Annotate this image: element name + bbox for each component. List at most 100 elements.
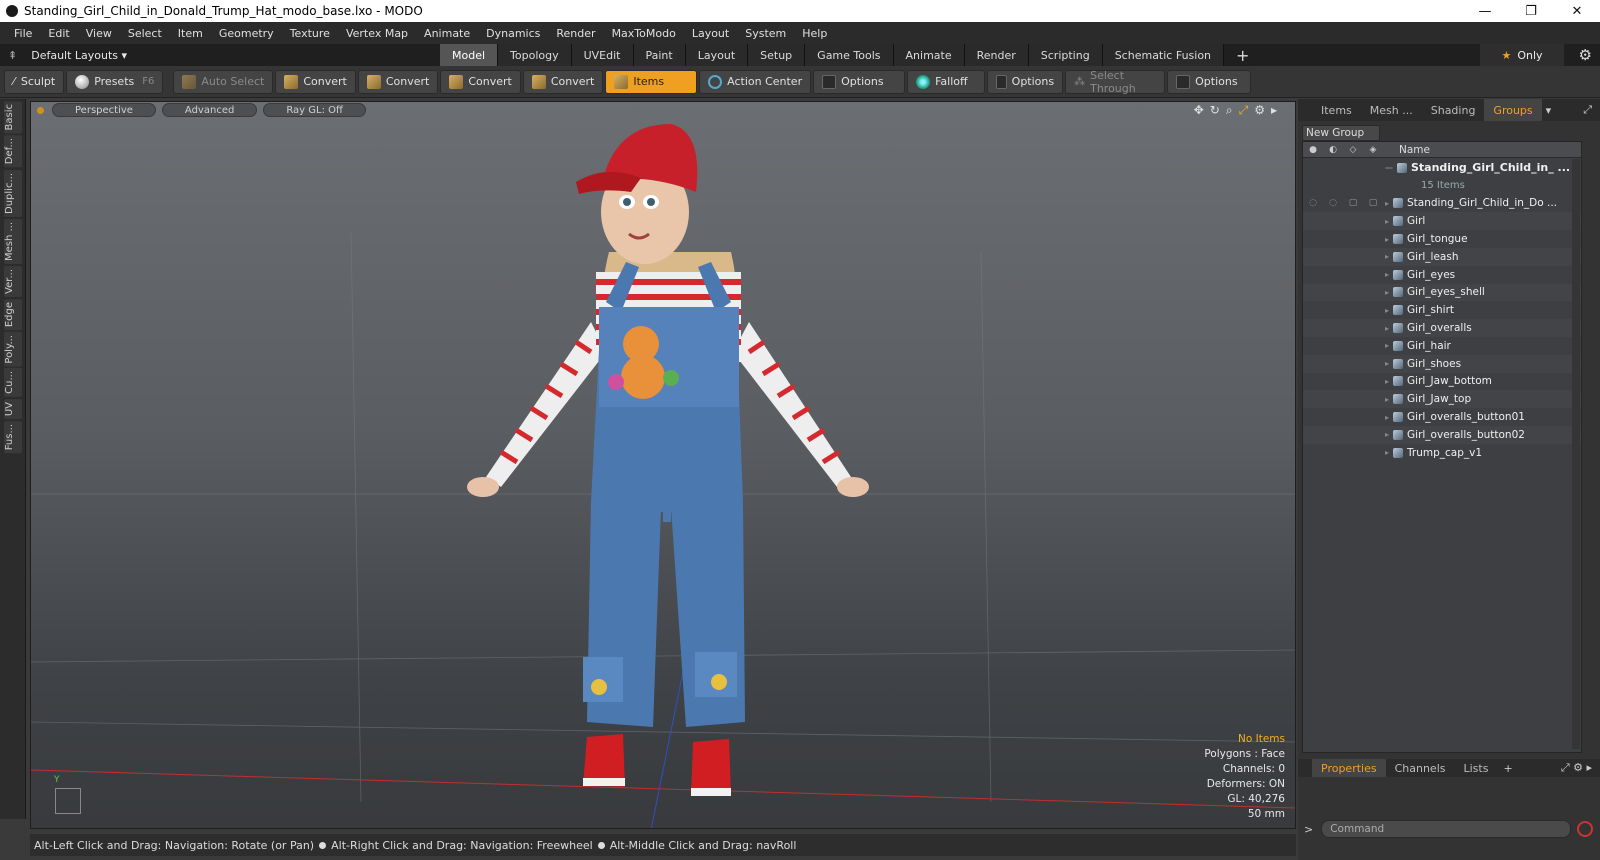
command-input[interactable]: [1321, 820, 1572, 838]
falloff-options-button[interactable]: Options: [987, 69, 1064, 94]
layouts-dropdown[interactable]: ⇞ Default Layouts ▾: [0, 49, 440, 62]
menu-item[interactable]: Item: [170, 27, 211, 40]
convert-polygons-button[interactable]: Convert: [440, 69, 521, 94]
tab-setup[interactable]: Setup: [748, 44, 806, 66]
menu-animate[interactable]: Animate: [416, 27, 478, 40]
lefttab-uv[interactable]: UV: [3, 399, 22, 420]
sculpt-button[interactable]: ⁄ Sculpt: [4, 69, 65, 94]
gear-icon[interactable]: ⚙: [1579, 46, 1592, 64]
minimize-icon[interactable]: —: [1462, 0, 1508, 22]
menu-help[interactable]: Help: [794, 27, 835, 40]
menu-texture[interactable]: Texture: [282, 27, 338, 40]
action-center-button[interactable]: Action Center: [699, 69, 812, 94]
tab-topology[interactable]: Topology: [498, 44, 572, 66]
tab-uvedit[interactable]: UVEdit: [571, 44, 634, 66]
lefttab-vertex[interactable]: Ver...: [3, 265, 22, 297]
tab-groups[interactable]: Groups: [1484, 99, 1542, 121]
list-item-root[interactable]: — Standing_Girl_Child_in_ ...: [1303, 159, 1581, 177]
lefttab-duplicate[interactable]: Duplic...: [3, 169, 22, 217]
name-column-header[interactable]: Name: [1399, 144, 1430, 156]
lefttab-basic[interactable]: Basic: [3, 101, 22, 134]
maximize-icon[interactable]: ⤢: [1239, 103, 1249, 118]
auto-select-button[interactable]: Auto Select: [173, 69, 274, 94]
falloff-button[interactable]: Falloff: [907, 69, 986, 94]
shading-dropdown[interactable]: Advanced: [161, 103, 258, 117]
lefttab-polygon[interactable]: Poly...: [3, 331, 22, 367]
select-through-button[interactable]: ⁂ Select Through: [1065, 69, 1166, 95]
list-item[interactable]: ▸ Trump_cap_v1: [1303, 444, 1581, 462]
chevron-down-icon[interactable]: ▾: [1546, 104, 1552, 117]
list-item[interactable]: ▸ Girl_eyes: [1303, 266, 1581, 284]
raygl-toggle[interactable]: Ray GL: Off: [263, 103, 366, 117]
list-item[interactable]: ▸ Girl_overalls: [1303, 319, 1581, 337]
pan-icon[interactable]: ✥: [1194, 103, 1204, 118]
lefttab-curve[interactable]: Cu...: [3, 368, 22, 398]
lefttab-deform[interactable]: Def...: [3, 135, 22, 168]
list-item[interactable]: ◌ ◌ ▢ ▢ ▸ Standing_Girl_Child_in_Do ...: [1303, 195, 1581, 213]
new-group-button[interactable]: New Group: [1302, 125, 1380, 141]
tab-render[interactable]: Render: [964, 44, 1029, 66]
zoom-icon[interactable]: ⌕: [1226, 103, 1233, 118]
items-mode-button[interactable]: Items: [605, 69, 698, 94]
viewport-arrow-icon[interactable]: ▸: [1271, 103, 1277, 118]
list-item[interactable]: ▸ Girl_tongue: [1303, 230, 1581, 248]
menu-view[interactable]: View: [78, 27, 120, 40]
presets-button[interactable]: Presets F6: [66, 69, 164, 94]
menu-file[interactable]: File: [6, 27, 40, 40]
restore-icon[interactable]: ❐: [1508, 0, 1554, 22]
render-col-icon[interactable]: ◐: [1323, 145, 1343, 155]
action-center-options-button[interactable]: Options: [813, 69, 906, 94]
lefttab-edge[interactable]: Edge: [3, 298, 22, 330]
select-through-options-button[interactable]: Options: [1167, 69, 1252, 94]
menu-render[interactable]: Render: [548, 27, 603, 40]
3d-viewport[interactable]: Perspective Advanced Ray GL: Off ✥ ↻ ⌕ ⤢…: [30, 101, 1296, 829]
expand-panel-icon[interactable]: ⤢: [1583, 103, 1592, 117]
menu-system[interactable]: System: [737, 27, 794, 40]
only-button[interactable]: ★ Only: [1480, 44, 1564, 66]
menu-select[interactable]: Select: [120, 27, 170, 40]
menu-layout[interactable]: Layout: [684, 27, 737, 40]
lock-col-icon[interactable]: ◇: [1343, 145, 1363, 155]
chevron-right-icon[interactable]: >: [1304, 823, 1313, 836]
viewport-gear-icon[interactable]: ⚙: [1254, 103, 1265, 118]
tab-properties[interactable]: Properties: [1312, 759, 1386, 777]
menu-geometry[interactable]: Geometry: [211, 27, 282, 40]
list-item[interactable]: ▸ Girl_Jaw_bottom: [1303, 373, 1581, 391]
tab-animate[interactable]: Animate: [893, 44, 965, 66]
list-scrollbar[interactable]: [1572, 159, 1580, 749]
list-item[interactable]: ▸ Girl_overalls_button01: [1303, 408, 1581, 426]
list-item[interactable]: ▸ Girl_overalls_button02: [1303, 425, 1581, 444]
list-item[interactable]: ▸ Girl_eyes_shell: [1303, 283, 1581, 302]
list-item[interactable]: ▸ Girl_shirt: [1303, 301, 1581, 319]
tab-schematic-fusion[interactable]: Schematic Fusion: [1102, 44, 1225, 66]
tab-layout[interactable]: Layout: [685, 44, 749, 66]
menu-vertex-map[interactable]: Vertex Map: [338, 27, 416, 40]
select-col-icon[interactable]: ◈: [1363, 145, 1383, 155]
menu-edit[interactable]: Edit: [40, 27, 77, 40]
tab-scripting[interactable]: Scripting: [1028, 44, 1103, 66]
menu-maxtomodo[interactable]: MaxToModo: [604, 27, 684, 40]
tab-shading[interactable]: Shading: [1422, 99, 1485, 121]
tab-items[interactable]: Items: [1312, 99, 1361, 121]
add-tab-button[interactable]: +: [1503, 762, 1512, 775]
lefttab-fusion[interactable]: Fus...: [3, 421, 22, 454]
convert-vertices-button[interactable]: Convert: [275, 69, 356, 94]
tab-lists[interactable]: Lists: [1455, 759, 1498, 777]
view-mode-dropdown[interactable]: Perspective: [52, 103, 156, 117]
tab-game-tools[interactable]: Game Tools: [805, 44, 894, 66]
tab-mesh[interactable]: Mesh ...: [1361, 99, 1422, 121]
tab-channels[interactable]: Channels: [1386, 759, 1455, 777]
close-icon[interactable]: ✕: [1554, 0, 1600, 22]
list-item[interactable]: ▸ Girl_hair: [1303, 337, 1581, 355]
add-tab-button[interactable]: +: [1224, 44, 1261, 66]
tab-model[interactable]: Model: [440, 44, 499, 66]
menu-dynamics[interactable]: Dynamics: [478, 27, 548, 40]
expand-panel-icon[interactable]: ⤢ ⚙ ▸: [1561, 761, 1592, 775]
list-item[interactable]: ▸ Girl: [1303, 212, 1581, 231]
convert-items-button[interactable]: Convert: [522, 69, 604, 94]
list-item[interactable]: ▸ Girl_leash: [1303, 247, 1581, 266]
tab-paint[interactable]: Paint: [633, 44, 686, 66]
collapse-icon[interactable]: —: [1385, 163, 1393, 172]
visibility-col-icon[interactable]: ●: [1303, 145, 1323, 155]
convert-edges-button[interactable]: Convert: [357, 69, 439, 94]
